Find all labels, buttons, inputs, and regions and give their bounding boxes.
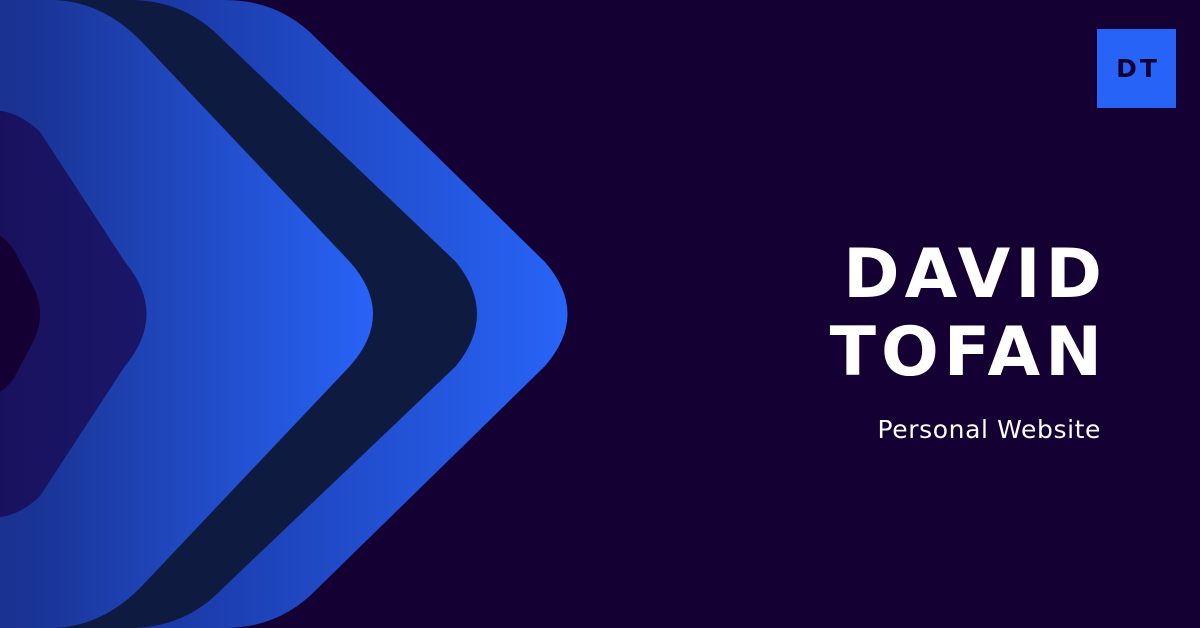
dt-logo: DT (1097, 29, 1176, 108)
page-title: DAVID TOFAN (830, 236, 1102, 392)
logo-initials: DT (1116, 54, 1160, 83)
title-last-name: TOFAN (829, 313, 1107, 392)
title-first-name: DAVID (843, 235, 1107, 314)
page-subtitle: Personal Website (877, 415, 1101, 444)
social-banner: DT DAVID TOFAN Personal Website (0, 0, 1200, 628)
